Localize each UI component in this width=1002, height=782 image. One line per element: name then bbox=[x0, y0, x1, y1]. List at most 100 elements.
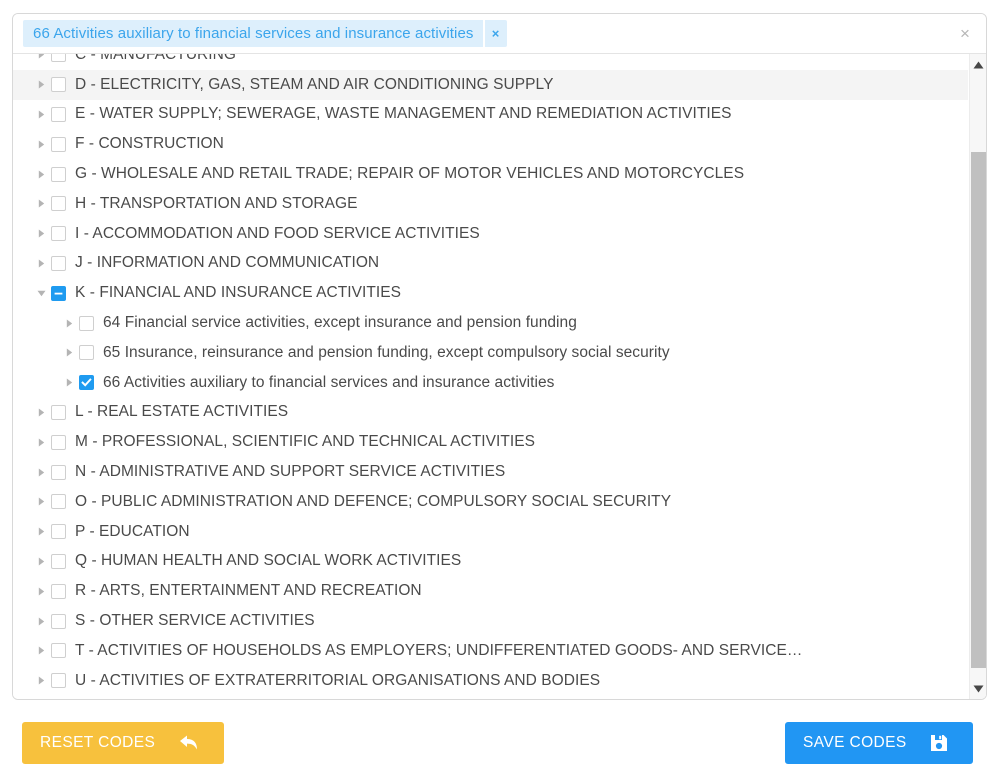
checkbox-unchecked[interactable] bbox=[51, 54, 66, 63]
tree-row-label: T - ACTIVITIES OF HOUSEHOLDS AS EMPLOYER… bbox=[75, 641, 803, 659]
tree-row[interactable]: O - PUBLIC ADMINISTRATION AND DEFENCE; C… bbox=[13, 487, 968, 517]
tree-row[interactable]: R - ARTS, ENTERTAINMENT AND RECREATION bbox=[13, 576, 968, 606]
caret-right-icon[interactable] bbox=[33, 613, 49, 629]
tree-row[interactable]: L - REAL ESTATE ACTIVITIES bbox=[13, 398, 968, 428]
tree-row-label: S - OTHER SERVICE ACTIVITIES bbox=[75, 612, 315, 630]
tree-row-label: R - ARTS, ENTERTAINMENT AND RECREATION bbox=[75, 582, 422, 600]
caret-right-icon[interactable] bbox=[33, 464, 49, 480]
caret-right-icon[interactable] bbox=[33, 196, 49, 212]
checkbox-unchecked[interactable] bbox=[51, 464, 66, 480]
checkbox-unchecked[interactable] bbox=[51, 583, 66, 599]
caret-right-icon[interactable] bbox=[61, 315, 77, 331]
tree-row[interactable]: T - ACTIVITIES OF HOUSEHOLDS AS EMPLOYER… bbox=[13, 636, 968, 666]
reset-codes-button[interactable]: RESET CODES bbox=[22, 722, 224, 764]
tree-row[interactable]: J - INFORMATION AND COMMUNICATION bbox=[13, 249, 968, 279]
checkbox-unchecked[interactable] bbox=[79, 315, 94, 331]
checkbox-unchecked[interactable] bbox=[51, 553, 66, 569]
tree-row[interactable]: F - CONSTRUCTION bbox=[13, 129, 968, 159]
selected-tag[interactable]: 66 Activities auxiliary to financial ser… bbox=[23, 20, 507, 47]
checkbox-unchecked[interactable] bbox=[51, 166, 66, 182]
checkbox-unchecked[interactable] bbox=[51, 673, 66, 689]
scroll-up-button[interactable] bbox=[970, 56, 986, 73]
save-codes-button[interactable]: SAVE CODES bbox=[785, 722, 973, 764]
tree-row-label: I - ACCOMMODATION AND FOOD SERVICE ACTIV… bbox=[75, 224, 480, 242]
caret-right-icon[interactable] bbox=[33, 494, 49, 510]
tree-row-label: F - CONSTRUCTION bbox=[75, 135, 224, 153]
tree-scrollbar[interactable] bbox=[969, 54, 986, 699]
caret-right-icon[interactable] bbox=[33, 553, 49, 569]
caret-right-icon[interactable] bbox=[33, 166, 49, 182]
checkbox-unchecked[interactable] bbox=[51, 77, 66, 93]
caret-right-icon[interactable] bbox=[33, 54, 49, 63]
clear-all-icon[interactable]: × bbox=[956, 25, 974, 43]
tree-row[interactable]: 64 Financial service activities, except … bbox=[13, 308, 968, 338]
checkbox-unchecked[interactable] bbox=[51, 524, 66, 540]
tree-row[interactable]: K - FINANCIAL AND INSURANCE ACTIVITIES bbox=[13, 278, 968, 308]
tree-row[interactable]: D - ELECTRICITY, GAS, STEAM AND AIR COND… bbox=[13, 69, 968, 100]
tree-row[interactable]: M - PROFESSIONAL, SCIENTIFIC AND TECHNIC… bbox=[13, 427, 968, 457]
tree-row-label: 66 Activities auxiliary to financial ser… bbox=[103, 373, 555, 391]
checkbox-unchecked[interactable] bbox=[51, 106, 66, 122]
tree-row[interactable]: S - OTHER SERVICE ACTIVITIES bbox=[13, 606, 968, 636]
remove-tag-icon[interactable]: × bbox=[482, 20, 507, 47]
checkbox-unchecked[interactable] bbox=[51, 196, 66, 212]
selected-tag-label: 66 Activities auxiliary to financial ser… bbox=[33, 25, 474, 42]
caret-right-icon[interactable] bbox=[61, 375, 77, 391]
caret-right-icon[interactable] bbox=[33, 524, 49, 540]
caret-right-icon[interactable] bbox=[33, 643, 49, 659]
tree-row[interactable]: C - MANUFACTURING bbox=[13, 54, 968, 70]
tree-row-label: P - EDUCATION bbox=[75, 522, 190, 540]
scroll-down-button[interactable] bbox=[970, 680, 986, 697]
tree-row-label: Q - HUMAN HEALTH AND SOCIAL WORK ACTIVIT… bbox=[75, 552, 462, 570]
reset-codes-label: RESET CODES bbox=[40, 734, 156, 751]
multiselect-screen: 66 Activities auxiliary to financial ser… bbox=[0, 0, 1002, 782]
tree-row[interactable]: I - ACCOMMODATION AND FOOD SERVICE ACTIV… bbox=[13, 219, 968, 249]
checkbox-unchecked[interactable] bbox=[51, 494, 66, 510]
tree-row-label: H - TRANSPORTATION AND STORAGE bbox=[75, 194, 358, 212]
tree-scroll-content: C - MANUFACTURING D - ELECTRICITY, GAS, S… bbox=[13, 54, 968, 696]
tree-row-label: G - WHOLESALE AND RETAIL TRADE; REPAIR O… bbox=[75, 165, 745, 183]
caret-right-icon[interactable] bbox=[61, 345, 77, 361]
tree-row-label: 65 Insurance, reinsurance and pension fu… bbox=[103, 343, 670, 361]
caret-right-icon[interactable] bbox=[33, 673, 49, 689]
caret-right-icon[interactable] bbox=[33, 226, 49, 242]
tree-row-label: U - ACTIVITIES OF EXTRATERRITORIAL ORGAN… bbox=[75, 671, 601, 689]
tree-row-label: J - INFORMATION AND COMMUNICATION bbox=[75, 254, 380, 272]
tree-row[interactable]: 65 Insurance, reinsurance and pension fu… bbox=[13, 338, 968, 368]
tree-row[interactable]: P - EDUCATION bbox=[13, 517, 968, 547]
caret-right-icon[interactable] bbox=[33, 583, 49, 599]
checkbox-indeterminate[interactable] bbox=[51, 285, 66, 301]
checkbox-unchecked[interactable] bbox=[51, 136, 66, 152]
tree-row[interactable]: Q - HUMAN HEALTH AND SOCIAL WORK ACTIVIT… bbox=[13, 547, 968, 577]
tree-row[interactable]: E - WATER SUPPLY; SEWERAGE, WASTE MANAGE… bbox=[13, 100, 968, 130]
tree-row[interactable]: G - WHOLESALE AND RETAIL TRADE; REPAIR O… bbox=[13, 159, 968, 189]
caret-right-icon[interactable] bbox=[33, 106, 49, 122]
tree-row[interactable]: H - TRANSPORTATION AND STORAGE bbox=[13, 189, 968, 219]
tree-row[interactable]: U - ACTIVITIES OF EXTRATERRITORIAL ORGAN… bbox=[13, 666, 968, 696]
checkbox-unchecked[interactable] bbox=[51, 434, 66, 450]
tree-row[interactable]: 66 Activities auxiliary to financial ser… bbox=[13, 368, 968, 398]
floppy-disk-save-icon bbox=[929, 733, 949, 753]
caret-right-icon[interactable] bbox=[33, 77, 49, 93]
tree-row[interactable]: N - ADMINISTRATIVE AND SUPPORT SERVICE A… bbox=[13, 457, 968, 487]
caret-down-icon[interactable] bbox=[33, 285, 49, 301]
caret-right-icon[interactable] bbox=[33, 255, 49, 271]
tree-row-label: N - ADMINISTRATIVE AND SUPPORT SERVICE A… bbox=[75, 463, 506, 481]
checkbox-unchecked[interactable] bbox=[51, 613, 66, 629]
triangle-up-icon bbox=[973, 61, 983, 68]
tree-row-label: D - ELECTRICITY, GAS, STEAM AND AIR COND… bbox=[75, 75, 554, 93]
code-tree: C - MANUFACTURING D - ELECTRICITY, GAS, S… bbox=[13, 54, 986, 699]
checkbox-unchecked[interactable] bbox=[51, 226, 66, 242]
checkbox-unchecked[interactable] bbox=[51, 255, 66, 271]
caret-right-icon[interactable] bbox=[33, 136, 49, 152]
tree-row-label: K - FINANCIAL AND INSURANCE ACTIVITIES bbox=[75, 284, 402, 302]
undo-arrow-icon bbox=[177, 734, 199, 752]
caret-right-icon[interactable] bbox=[33, 404, 49, 420]
checkbox-checked[interactable] bbox=[79, 375, 94, 391]
checkbox-unchecked[interactable] bbox=[51, 404, 66, 420]
caret-right-icon[interactable] bbox=[33, 434, 49, 450]
tree-row-label: O - PUBLIC ADMINISTRATION AND DEFENCE; C… bbox=[75, 492, 672, 510]
checkbox-unchecked[interactable] bbox=[51, 643, 66, 659]
scrollbar-thumb[interactable] bbox=[971, 152, 986, 668]
checkbox-unchecked[interactable] bbox=[79, 345, 94, 361]
